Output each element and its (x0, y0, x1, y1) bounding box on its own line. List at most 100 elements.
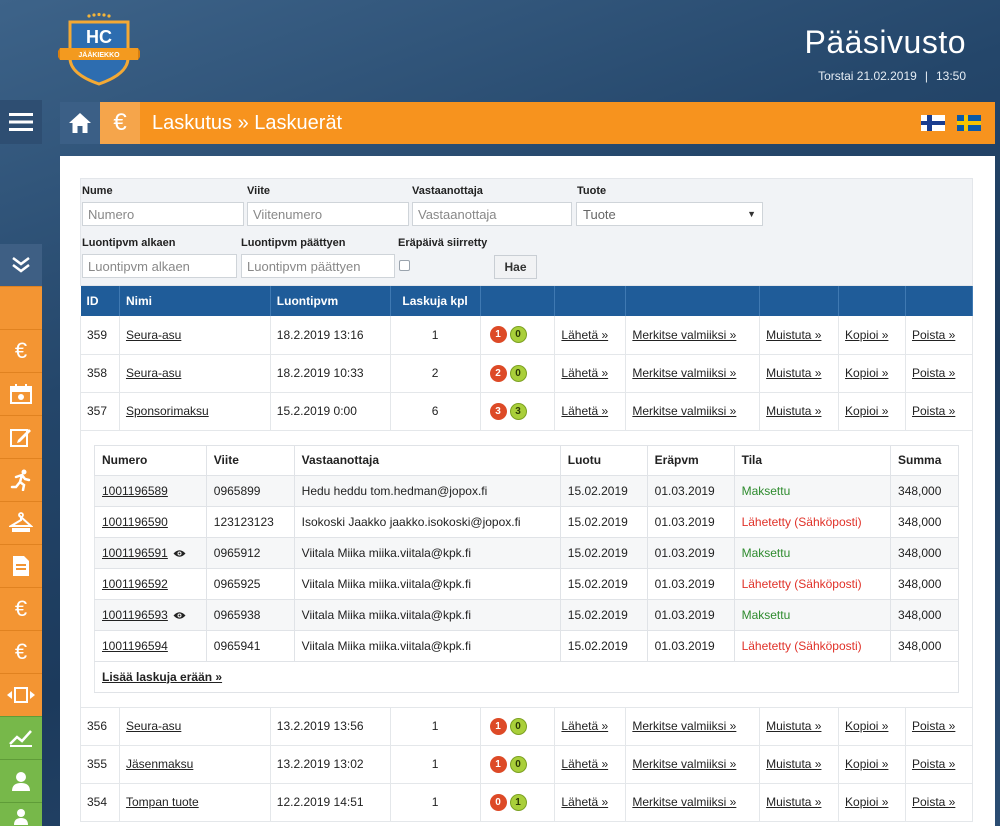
batch-name-link[interactable]: Seura-asu (126, 328, 181, 342)
rail-item-calendar[interactable] (0, 372, 42, 415)
rail-item-activity[interactable] (0, 458, 42, 501)
remind-link[interactable]: Muistuta » (766, 404, 821, 418)
invoice-row: 1001196589 0965899 Hedu heddu tom.hedman… (94, 475, 959, 507)
batch-name-link[interactable]: Tompan tuote (126, 795, 199, 809)
copy-link[interactable]: Kopioi » (845, 328, 888, 342)
swedish-flag-icon[interactable] (957, 115, 981, 131)
luontipvm-paattyen-input[interactable] (241, 254, 395, 278)
send-link[interactable]: Lähetä » (561, 328, 608, 342)
billing-section-button[interactable]: € (100, 102, 140, 144)
rail-blank-item[interactable] (0, 286, 42, 329)
numero-input[interactable] (82, 202, 244, 226)
mark-ready-link[interactable]: Merkitse valmiiksi » (632, 404, 736, 418)
remind-link[interactable]: Muistuta » (766, 366, 821, 380)
row-id: 355 (80, 745, 120, 784)
send-link[interactable]: Lähetä » (561, 757, 608, 771)
invoice-created: 15.02.2019 (560, 475, 648, 507)
invoice-status: Lähetetty (Sähköposti) (734, 506, 892, 538)
copy-link[interactable]: Kopioi » (845, 757, 888, 771)
home-button[interactable] (60, 102, 100, 144)
rail-item-users[interactable] (0, 802, 42, 826)
invoice-created: 15.02.2019 (560, 537, 648, 569)
invoice-number-link[interactable]: 1001196592 (102, 577, 168, 591)
invoice-number-link[interactable]: 1001196589 (102, 484, 168, 498)
delete-link[interactable]: Poista » (912, 366, 955, 380)
remind-link[interactable]: Muistuta » (766, 795, 821, 809)
invoice-created: 15.02.2019 (560, 599, 648, 631)
rail-item-transfer[interactable] (0, 673, 42, 716)
col-poista (905, 286, 974, 316)
batch-name-link[interactable]: Sponsorimaksu (126, 404, 209, 418)
delete-link[interactable]: Poista » (912, 719, 955, 733)
invoice-number-link[interactable]: 1001196593 (102, 608, 168, 622)
header-separator: | (924, 69, 928, 83)
nume-label: Nume (82, 185, 113, 197)
mark-ready-link[interactable]: Merkitse valmiiksi » (632, 795, 736, 809)
copy-link[interactable]: Kopioi » (845, 404, 888, 418)
send-link[interactable]: Lähetä » (561, 366, 608, 380)
collapse-button[interactable] (0, 244, 42, 286)
vastaanottaja-input[interactable] (412, 202, 572, 226)
invoice-sum: 348,000 (890, 475, 959, 507)
mark-ready-link[interactable]: Merkitse valmiiksi » (632, 757, 736, 771)
finnish-flag-icon[interactable] (921, 115, 945, 131)
tuote-select[interactable]: Tuote ▼ (576, 202, 763, 226)
remind-link[interactable]: Muistuta » (766, 719, 821, 733)
send-link[interactable]: Lähetä » (561, 795, 608, 809)
eye-icon[interactable] (173, 549, 186, 558)
unpaid-count-badge: 2 (489, 364, 507, 382)
remind-link[interactable]: Muistuta » (766, 328, 821, 342)
delete-link[interactable]: Poista » (912, 757, 955, 771)
rail-item-billing[interactable]: € (0, 329, 42, 372)
page-title: Laskutus » Laskuerät (152, 111, 343, 134)
col-erapvm: Eräpvm (647, 445, 735, 476)
delete-link[interactable]: Poista » (912, 795, 955, 809)
rail-item-user[interactable] (0, 759, 42, 802)
search-button[interactable]: Hae (494, 255, 537, 279)
rail-item-statistics[interactable] (0, 716, 42, 759)
batch-name-link[interactable]: Jäsenmaksu (126, 757, 193, 771)
erapaiva-checkbox[interactable] (399, 260, 410, 271)
paid-count-badge: 1 (509, 793, 527, 811)
tuote-label: Tuote (577, 185, 607, 197)
invoice-recipient: Viitala Miika miika.viitala@kpk.fi (294, 630, 561, 662)
row-id: 359 (80, 316, 120, 355)
rail-item-groups[interactable] (0, 501, 42, 544)
remind-link[interactable]: Muistuta » (766, 757, 821, 771)
rail-item-edit[interactable] (0, 415, 42, 458)
viite-input[interactable] (247, 202, 409, 226)
copy-link[interactable]: Kopioi » (845, 366, 888, 380)
rail-item-invoices[interactable]: € (0, 630, 42, 673)
copy-link[interactable]: Kopioi » (845, 795, 888, 809)
col-kopioi (838, 286, 906, 316)
club-logo[interactable]: HC JÄÄKIEKKO (56, 12, 142, 88)
invoice-due: 01.03.2019 (647, 475, 735, 507)
invoice-number-link[interactable]: 1001196590 (102, 515, 168, 529)
invoice-status: Lähetetty (Sähköposti) (734, 568, 892, 600)
delete-link[interactable]: Poista » (912, 328, 955, 342)
col-laheta (554, 286, 627, 316)
copy-link[interactable]: Kopioi » (845, 719, 888, 733)
table-row: 356 Seura-asu 13.2.2019 13:56 1 10 Lähet… (80, 707, 974, 746)
invoice-number-link[interactable]: 1001196594 (102, 639, 168, 653)
menu-toggle-button[interactable] (0, 100, 42, 144)
rail-item-documents[interactable] (0, 544, 42, 587)
send-link[interactable]: Lähetä » (561, 404, 608, 418)
delete-link[interactable]: Poista » (912, 404, 955, 418)
luontipvm-alkaen-input[interactable] (82, 254, 237, 278)
unpaid-count-badge: 1 (489, 326, 507, 344)
site-title: Pääsivusto (804, 24, 966, 60)
mark-ready-link[interactable]: Merkitse valmiiksi » (632, 328, 736, 342)
invoice-row: 1001196591 0965912 Viitala Miika miika.v… (94, 537, 959, 569)
add-invoices-link[interactable]: Lisää laskuja erään » (102, 670, 222, 684)
invoice-due: 01.03.2019 (647, 506, 735, 538)
mark-ready-link[interactable]: Merkitse valmiiksi » (632, 719, 736, 733)
paid-count-badge: 0 (509, 755, 527, 773)
rail-item-payments[interactable]: € (0, 587, 42, 630)
send-link[interactable]: Lähetä » (561, 719, 608, 733)
eye-icon[interactable] (173, 611, 186, 620)
batch-name-link[interactable]: Seura-asu (126, 366, 181, 380)
mark-ready-link[interactable]: Merkitse valmiiksi » (632, 366, 736, 380)
invoice-number-link[interactable]: 1001196591 (102, 546, 168, 560)
batch-name-link[interactable]: Seura-asu (126, 719, 181, 733)
